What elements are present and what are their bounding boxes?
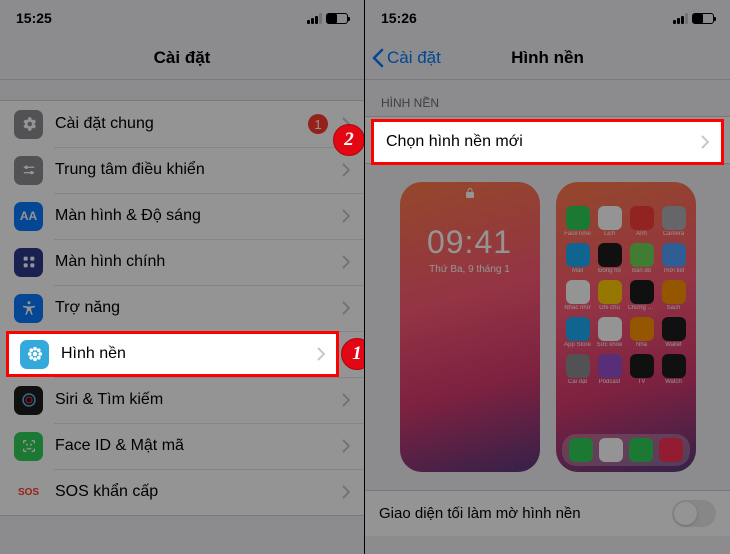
lock-icon	[463, 186, 477, 200]
row-label: Màn hình & Độ sáng	[55, 207, 334, 225]
settings-list: Cài đặt chung 1 Trung tâm điều khiển AA …	[0, 100, 364, 516]
chevron-right-icon	[342, 439, 350, 453]
home-screen-preview[interactable]: FaceTimeLịchẢnhCamera MailĐồng hồBản đồTh…	[556, 182, 696, 472]
row-accessibility[interactable]: Trợ năng	[0, 285, 364, 331]
chevron-right-icon	[342, 209, 350, 223]
row-display[interactable]: AA Màn hình & Độ sáng	[0, 193, 364, 239]
row-label: Trung tâm điều khiển	[55, 161, 334, 179]
sos-icon: SOS	[14, 478, 43, 507]
sliders-icon	[14, 156, 43, 185]
text-size-icon: AA	[14, 202, 43, 231]
chevron-left-icon	[371, 48, 385, 68]
row-home-screen[interactable]: Màn hình chính	[0, 239, 364, 285]
wallpaper-list: Chọn hình nền mới	[365, 116, 730, 164]
status-icons	[673, 13, 714, 24]
row-dark-dim: Giao diện tối làm mờ hình nền	[365, 490, 730, 536]
row-faceid[interactable]: Face ID & Mật mã	[0, 423, 364, 469]
status-time: 15:26	[381, 10, 417, 26]
app-preview: Wallet	[660, 317, 688, 348]
chevron-right-icon	[342, 301, 350, 315]
row-sos[interactable]: SOS SOS khẩn cấp	[0, 469, 364, 515]
app-preview: Ảnh	[628, 206, 656, 237]
signal-icon	[307, 13, 322, 24]
row-label: Trợ năng	[55, 299, 334, 317]
row-wallpaper[interactable]: Hình nền	[0, 331, 364, 377]
app-preview: Sức khỏe	[596, 317, 624, 348]
row-label: Hình nền	[55, 345, 334, 363]
chevron-right-icon	[708, 133, 716, 147]
wallpaper-screen: 15:26 Cài đặt Hình nền HÌNH NỀN Chọn hìn…	[365, 0, 730, 554]
status-time: 15:25	[16, 10, 52, 26]
chevron-right-icon	[342, 485, 350, 499]
app-preview: Đồng hồ	[596, 243, 624, 274]
app-preview: TV	[628, 354, 656, 385]
row-label: Màn hình chính	[55, 253, 334, 271]
app-preview: App Store	[564, 317, 592, 348]
app-preview: Podcast	[596, 354, 624, 385]
toggle-label: Giao diện tối làm mờ hình nền	[379, 505, 581, 522]
app-preview: FaceTime	[564, 206, 592, 237]
row-choose-wallpaper[interactable]: Chọn hình nền mới	[365, 117, 730, 163]
grid-icon	[14, 248, 43, 277]
app-preview: Watch	[660, 354, 688, 385]
battery-icon	[326, 13, 348, 24]
chevron-right-icon	[342, 163, 350, 177]
step-marker-2: 2	[333, 124, 365, 156]
chevron-right-icon	[342, 255, 350, 269]
app-preview: Bản đồ	[628, 243, 656, 274]
app-preview: Nhà	[628, 317, 656, 348]
row-label: Siri & Tìm kiếm	[55, 391, 334, 409]
row-general[interactable]: Cài đặt chung 1	[0, 101, 364, 147]
back-button[interactable]: Cài đặt	[371, 36, 441, 79]
siri-icon	[14, 386, 43, 415]
status-bar: 15:26	[365, 0, 730, 36]
page-title: Cài đặt	[154, 48, 211, 68]
lock-time: 09:41	[400, 224, 540, 261]
status-icons	[307, 13, 348, 24]
app-preview: Thời tiết	[660, 243, 688, 274]
back-label: Cài đặt	[387, 48, 441, 68]
lock-date: Thứ Ba, 9 tháng 1	[400, 264, 540, 275]
battery-icon	[692, 13, 714, 24]
dock	[562, 434, 690, 466]
settings-screen: 15:25 Cài đặt Cài đặt chung 1 Trung tâm …	[0, 0, 365, 554]
row-siri[interactable]: Siri & Tìm kiếm	[0, 377, 364, 423]
app-preview: Ghi chú	[596, 280, 624, 311]
row-label: SOS khẩn cấp	[55, 483, 334, 501]
status-bar: 15:25	[0, 0, 364, 36]
app-preview: Camera	[660, 206, 688, 237]
nav-bar: Cài đặt	[0, 36, 364, 80]
row-label: Face ID & Mật mã	[55, 437, 334, 455]
accessibility-icon	[14, 294, 43, 323]
app-preview: Cài đặt	[564, 354, 592, 385]
nav-bar: Cài đặt Hình nền	[365, 36, 730, 80]
app-preview: Nhắc nhở	[564, 280, 592, 311]
app-preview: Chứng khoán	[628, 280, 656, 311]
flower-icon	[14, 340, 43, 369]
chevron-right-icon	[342, 393, 350, 407]
app-preview: Lịch	[596, 206, 624, 237]
signal-icon	[673, 13, 688, 24]
row-control-center[interactable]: Trung tâm điều khiển	[0, 147, 364, 193]
row-label: Chọn hình nền mới	[379, 131, 700, 149]
wallpaper-previews: 09:41 Thứ Ba, 9 tháng 1 FaceTimeLịchẢnhC…	[365, 164, 730, 490]
section-header: HÌNH NỀN	[365, 80, 730, 116]
gear-icon	[14, 110, 43, 139]
toggle-switch[interactable]	[672, 500, 716, 527]
app-preview: Mail	[564, 243, 592, 274]
notification-badge: 1	[308, 114, 328, 134]
step-marker-1: 1	[341, 338, 365, 370]
row-label: Cài đặt chung	[55, 115, 308, 133]
page-title: Hình nền	[511, 48, 584, 68]
faceid-icon	[14, 432, 43, 461]
app-preview: Sách	[660, 280, 688, 311]
lock-screen-preview[interactable]: 09:41 Thứ Ba, 9 tháng 1	[400, 182, 540, 472]
